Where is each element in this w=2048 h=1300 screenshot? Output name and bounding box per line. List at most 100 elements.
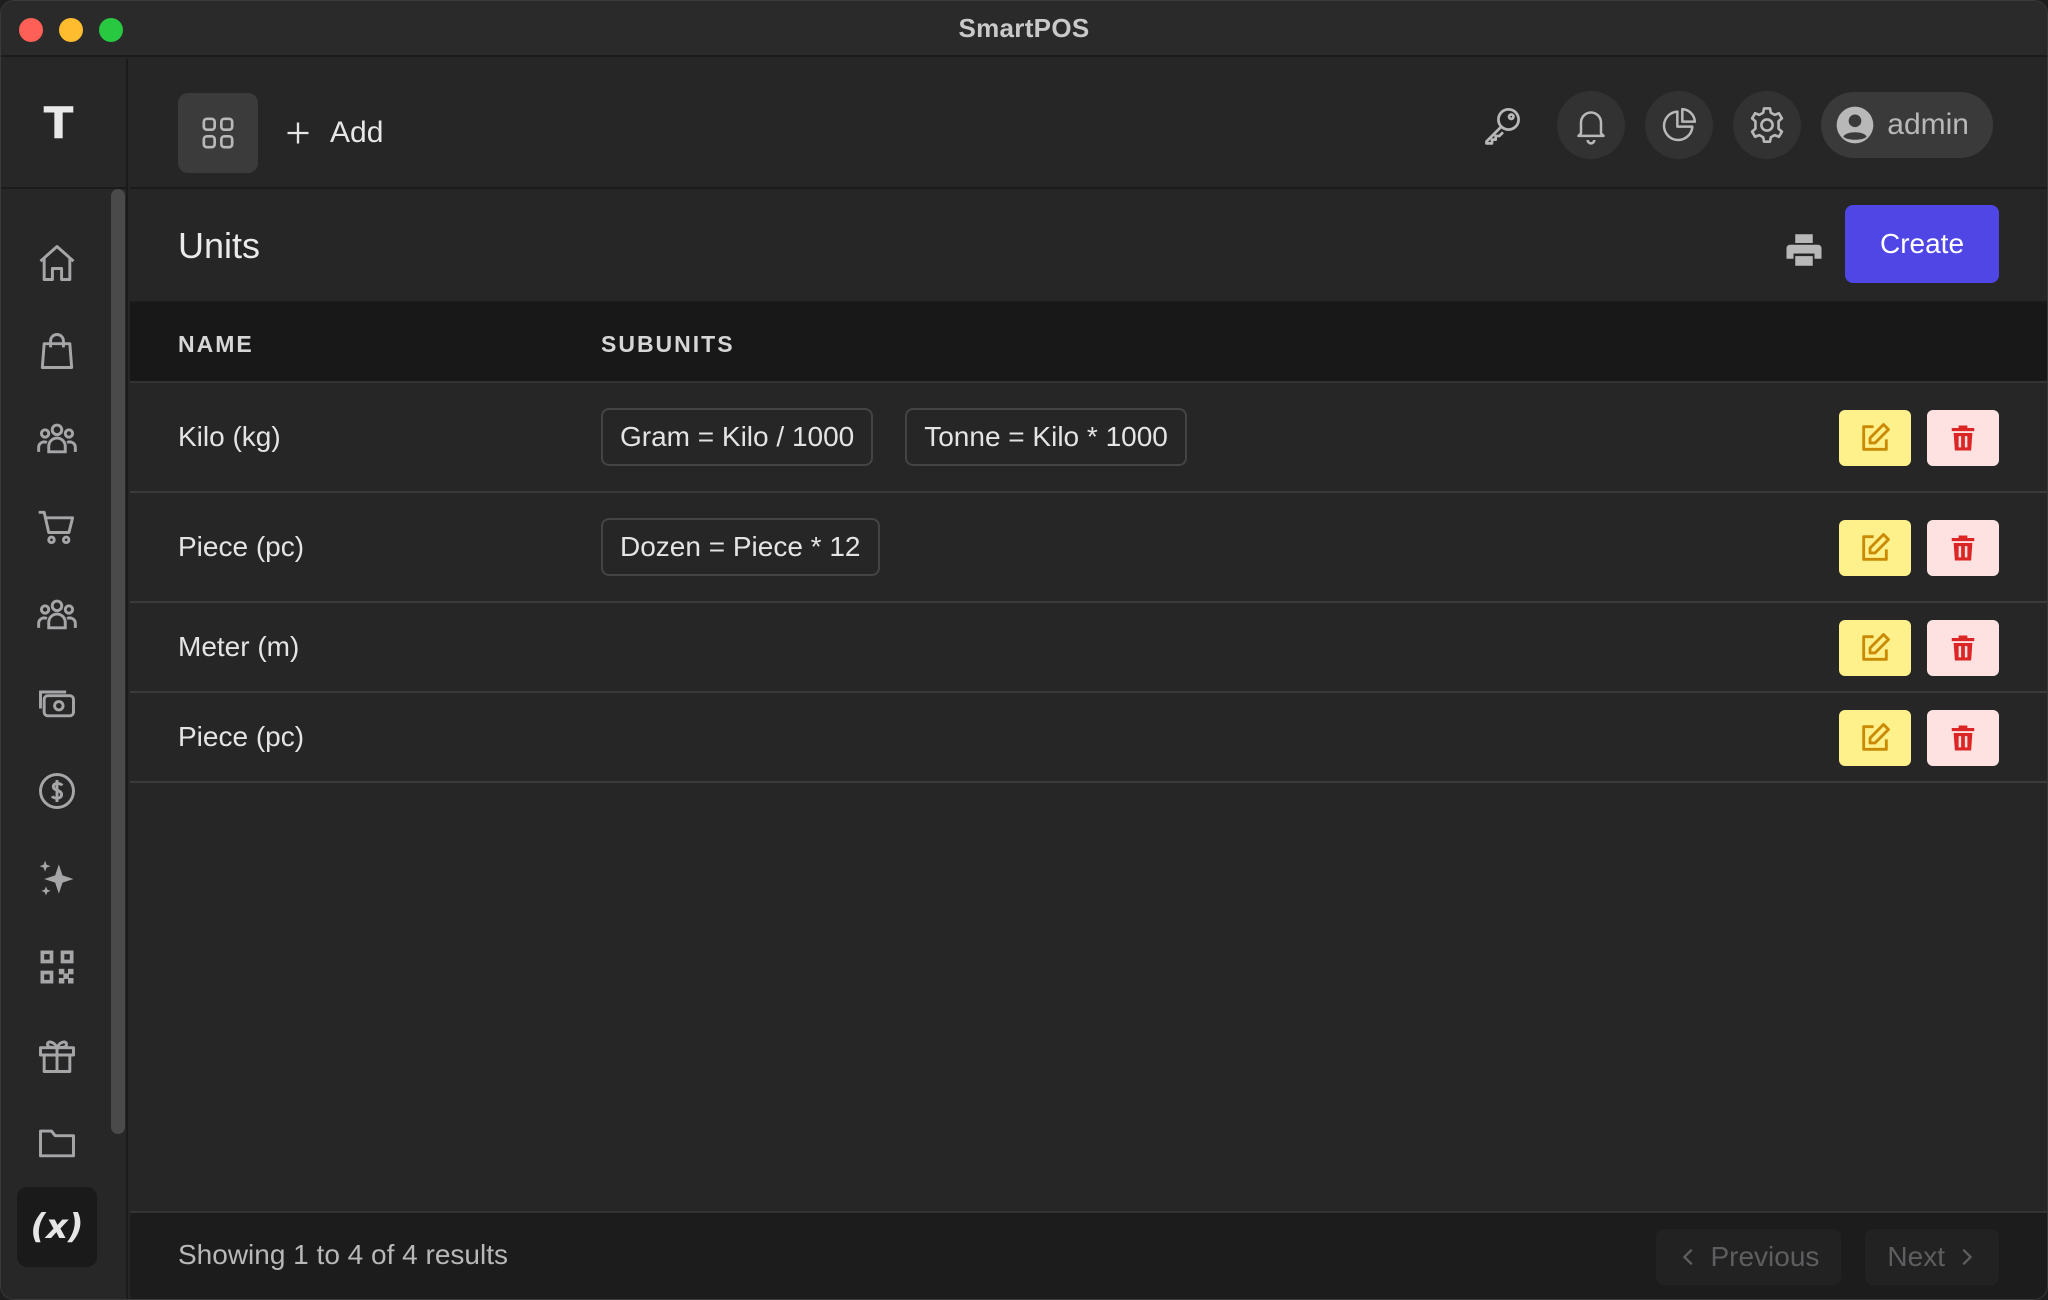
subunit-list: Dozen = Piece * 12 (601, 518, 880, 576)
subunit-chip: Dozen = Piece * 12 (601, 518, 880, 576)
sidebar-item-files[interactable] (1, 1099, 113, 1187)
table-row: Meter (m) (130, 603, 2047, 693)
minimize-window-button[interactable] (59, 18, 83, 42)
add-button-label: Add (330, 116, 384, 149)
table-header: NAME SUBUNITS (130, 303, 2047, 383)
sidebar-item-home[interactable] (1, 219, 113, 307)
cash-icon (39, 690, 75, 718)
title-bar: SmartPOS (1, 1, 2047, 57)
notifications-button[interactable] (1557, 91, 1626, 159)
user-avatar-icon (1836, 106, 1874, 144)
folder-icon (39, 1129, 75, 1158)
printer-icon (1786, 234, 1822, 266)
column-header-subunits[interactable]: SUBUNITS (601, 331, 735, 358)
user-menu[interactable]: admin (1821, 92, 1993, 158)
qr-code-icon (40, 950, 74, 984)
add-button[interactable]: Add (284, 103, 383, 163)
sidebar-item-customers[interactable] (1, 571, 113, 659)
sidebar-item-barcodes[interactable] (1, 923, 113, 1011)
settings-button[interactable] (1733, 91, 1802, 159)
print-button[interactable] (1779, 225, 1829, 275)
zoom-window-button[interactable] (99, 18, 123, 42)
row-actions (1839, 710, 1999, 766)
bell-icon (1577, 111, 1606, 145)
sidebar-item-units[interactable]: (x) (17, 1187, 97, 1267)
trash-icon (1951, 635, 1975, 661)
edit-icon (1862, 533, 1890, 561)
customers-group-icon (37, 599, 77, 630)
sidebar: T (x) (1, 59, 128, 1299)
unit-name: Meter (m) (178, 631, 300, 662)
sidebar-item-promotions[interactable] (1, 835, 113, 923)
column-header-name[interactable]: NAME (178, 331, 254, 358)
page-header: Units Create (130, 191, 2047, 303)
sidebar-item-payments[interactable] (1, 659, 113, 747)
pagination: Previous Next (1656, 1229, 1999, 1285)
table-row: Piece (pc) Dozen = Piece * 12 (130, 493, 2047, 603)
sidebar-item-expenses[interactable] (1, 747, 113, 835)
create-button[interactable]: Create (1845, 205, 1999, 283)
sidebar-nav: (x) (1, 219, 113, 1267)
home-icon (39, 245, 75, 281)
gear-icon (1751, 107, 1784, 143)
previous-page-button[interactable]: Previous (1656, 1229, 1842, 1285)
close-window-button[interactable] (19, 18, 43, 42)
apps-button[interactable] (178, 93, 258, 173)
sidebar-item-users[interactable] (1, 395, 113, 483)
sidebar-item-products[interactable] (1, 307, 113, 395)
chevron-right-icon (1962, 1248, 1973, 1266)
delete-button[interactable] (1927, 620, 1999, 676)
license-button[interactable] (1469, 91, 1537, 159)
window-controls (19, 18, 123, 42)
edit-button[interactable] (1839, 410, 1911, 466)
edit-icon (1862, 423, 1890, 451)
grid-icon (202, 117, 234, 149)
next-page-button[interactable]: Next (1865, 1229, 1999, 1285)
subunit-chip: Gram = Kilo / 1000 (601, 408, 874, 466)
cart-icon (38, 510, 75, 545)
trash-icon (1951, 725, 1975, 751)
edit-icon (1862, 723, 1890, 751)
chevron-left-icon (1683, 1248, 1694, 1266)
reports-button[interactable] (1645, 91, 1714, 159)
plus-icon (287, 122, 309, 144)
unit-name: Kilo (kg) (178, 421, 281, 452)
previous-label: Previous (1710, 1241, 1820, 1272)
logo-cell: T (1, 59, 126, 189)
edit-button[interactable] (1839, 620, 1911, 676)
app-logo[interactable]: T (43, 98, 73, 149)
main-content: Units Create NAME SUBUNITS Kilo (kg) Gra… (130, 191, 2047, 1299)
delete-button[interactable] (1927, 520, 1999, 576)
top-actions: admin (1469, 91, 1993, 159)
sparkles-icon (39, 860, 74, 896)
row-actions (1839, 620, 1999, 676)
app-window: SmartPOS T (x) Add admin Units Create NA… (0, 0, 2048, 1300)
row-actions (1839, 520, 1999, 576)
edit-button[interactable] (1839, 710, 1911, 766)
unit-name: Piece (pc) (178, 531, 305, 562)
row-actions (1839, 410, 1999, 466)
page-title: Units (178, 225, 261, 266)
results-summary: Showing 1 to 4 of 4 results (178, 1239, 508, 1270)
sidebar-scrollbar[interactable] (111, 189, 125, 1134)
delete-button[interactable] (1927, 710, 1999, 766)
key-icon (1485, 108, 1521, 145)
top-bar: Add admin (130, 59, 2047, 189)
edit-button[interactable] (1839, 520, 1911, 576)
edit-icon (1862, 633, 1890, 661)
table-row: Kilo (kg) Gram = Kilo / 1000 Tonne = Kil… (130, 383, 2047, 493)
user-name: admin (1887, 108, 1969, 141)
delete-button[interactable] (1927, 410, 1999, 466)
users-group-icon (37, 423, 77, 454)
pie-chart-icon (1663, 107, 1697, 142)
subunit-list: Gram = Kilo / 1000 Tonne = Kilo * 1000 (601, 408, 1187, 466)
sidebar-item-orders[interactable] (1, 483, 113, 571)
table-row: Piece (pc) (130, 693, 2047, 783)
gift-icon (39, 1040, 75, 1073)
trash-icon (1951, 535, 1975, 561)
sidebar-item-gifts[interactable] (1, 1011, 113, 1099)
dollar-icon (39, 773, 75, 809)
unit-name: Piece (pc) (178, 721, 305, 752)
pagination-footer: Showing 1 to 4 of 4 results Previous Nex… (130, 1211, 2047, 1299)
shopping-bag-icon (40, 333, 74, 369)
